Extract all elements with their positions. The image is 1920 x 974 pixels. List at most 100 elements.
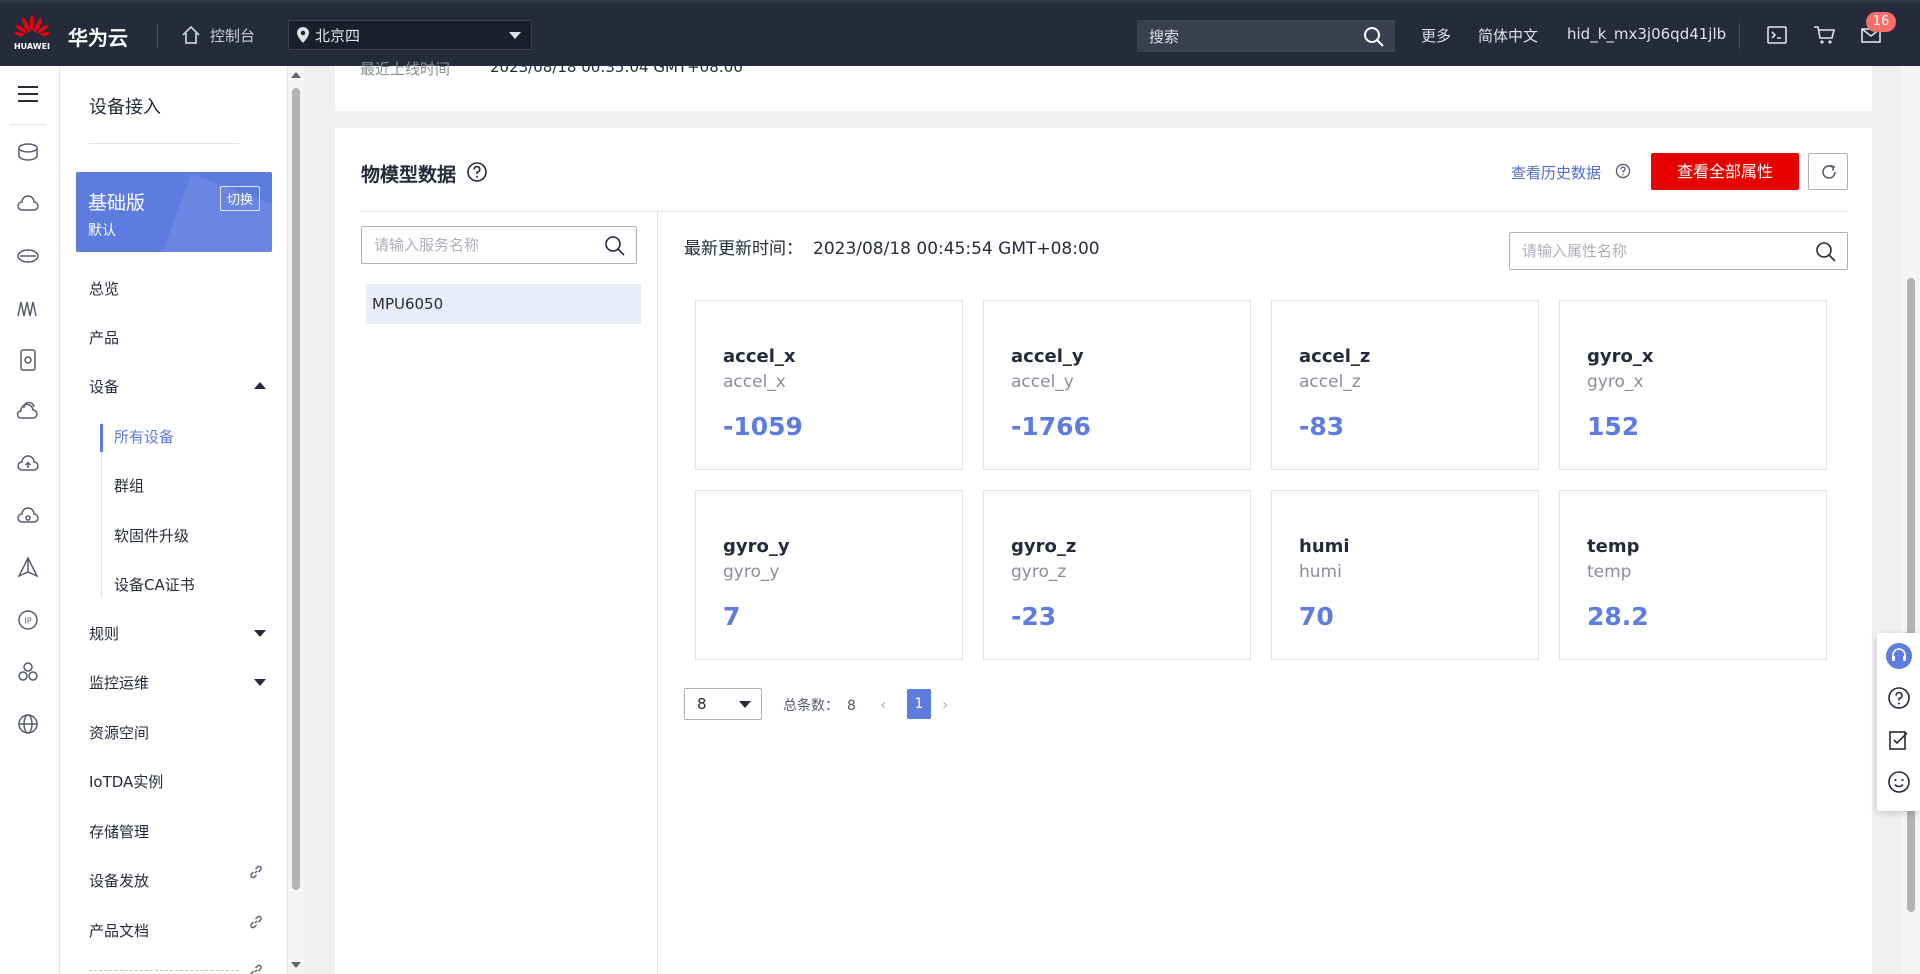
external-link-icon[interactable] bbox=[248, 963, 264, 974]
sidebar-item-ca-cert[interactable]: 设备CA证书 bbox=[114, 574, 195, 595]
storage-icon[interactable] bbox=[16, 244, 40, 268]
property-name: temp bbox=[1587, 536, 1640, 557]
sidebar-item-firmware[interactable]: 软固件升级 bbox=[114, 525, 189, 546]
cluster-icon[interactable] bbox=[16, 660, 40, 684]
cloud-shell-icon[interactable] bbox=[1766, 24, 1788, 46]
property-id: gyro_x bbox=[1587, 372, 1644, 392]
help-icon[interactable] bbox=[1886, 685, 1912, 711]
property-value: -23 bbox=[1011, 602, 1057, 631]
ip-icon[interactable]: IP bbox=[16, 608, 40, 632]
sidebar-title: 设备接入 bbox=[89, 97, 161, 118]
scroll-down-arrow-icon[interactable] bbox=[291, 962, 301, 968]
triangle-icon[interactable] bbox=[16, 556, 40, 580]
cloud-layers-icon[interactable] bbox=[16, 400, 40, 424]
page-size-value: 8 bbox=[697, 695, 707, 713]
database-icon[interactable] bbox=[16, 140, 40, 164]
property-value: -1059 bbox=[723, 412, 803, 441]
sidebar-item-iotda-instance[interactable]: IoTDA实例 bbox=[89, 771, 163, 792]
chevron-right-icon[interactable]: › bbox=[942, 695, 948, 714]
last-online-label: 最近上线时间 bbox=[360, 60, 451, 78]
sidebar-item-device[interactable]: 设备 bbox=[89, 376, 119, 397]
headset-icon[interactable] bbox=[1886, 643, 1912, 669]
sidebar-item-monitor[interactable]: 监控运维 bbox=[89, 672, 149, 693]
chevron-down-icon[interactable] bbox=[254, 679, 266, 686]
scrollbar-thumb[interactable] bbox=[292, 88, 300, 890]
top-navigation-bar: HUAWEI 华为云 控制台 北京四 搜索 更多 简体中文 hid_k_mx3j… bbox=[0, 0, 1920, 66]
property-card: accel_z accel_z -83 bbox=[1271, 300, 1539, 470]
cloud-upload-icon[interactable] bbox=[16, 452, 40, 476]
scrollbar-thumb[interactable] bbox=[1907, 278, 1915, 912]
property-id: temp bbox=[1587, 562, 1632, 582]
user-account-menu[interactable]: hid_k_mx3j06qd41jlb bbox=[1567, 25, 1726, 43]
search-placeholder: 搜索 bbox=[1149, 27, 1180, 46]
property-name: gyro_x bbox=[1587, 346, 1654, 367]
divider bbox=[361, 211, 1848, 212]
menu-icon[interactable] bbox=[16, 82, 40, 106]
home-icon bbox=[182, 25, 200, 44]
globe-icon[interactable] bbox=[16, 712, 40, 736]
edit-note-icon[interactable] bbox=[1886, 727, 1912, 753]
edition-name: 基础版 bbox=[88, 192, 146, 214]
search-icon[interactable] bbox=[1815, 241, 1837, 263]
last-update-label: 最新更新时间： bbox=[684, 239, 803, 259]
sidebar-item-provisioning[interactable]: 设备发放 bbox=[89, 870, 149, 891]
property-search-input[interactable]: 请输入属性名称 bbox=[1509, 232, 1848, 270]
console-label: 控制台 bbox=[210, 26, 256, 45]
sidebar-item-rules[interactable]: 规则 bbox=[89, 623, 119, 644]
external-link-icon[interactable] bbox=[248, 864, 264, 880]
help-icon[interactable] bbox=[1615, 163, 1631, 179]
chevron-down-icon[interactable] bbox=[254, 630, 266, 637]
console-link[interactable]: 控制台 bbox=[180, 21, 255, 49]
property-name: accel_y bbox=[1011, 346, 1084, 367]
device-icon[interactable] bbox=[16, 348, 40, 372]
sidebar-scrollbar[interactable] bbox=[288, 66, 304, 974]
service-list-item[interactable]: MPU6050 bbox=[366, 284, 641, 324]
sidebar-item-groups[interactable]: 群组 bbox=[114, 475, 144, 496]
region-select[interactable]: 北京四 bbox=[288, 20, 532, 50]
property-card: accel_x accel_x -1059 bbox=[695, 300, 963, 470]
switch-edition-button[interactable]: 切换 bbox=[219, 186, 260, 211]
cart-icon[interactable] bbox=[1813, 24, 1837, 46]
huawei-logo[interactable]: HUAWEI bbox=[12, 13, 52, 59]
property-value: 28.2 bbox=[1587, 602, 1649, 631]
property-id: gyro_y bbox=[723, 562, 780, 582]
sidebar-item-resource-space[interactable]: 资源空间 bbox=[89, 722, 149, 743]
cloud-sync-icon[interactable] bbox=[16, 504, 40, 528]
logo-text: HUAWEI bbox=[13, 42, 51, 51]
main-scrollbar[interactable] bbox=[1902, 66, 1920, 974]
page-size-select[interactable]: 8 bbox=[684, 688, 762, 720]
more-menu[interactable]: 更多 bbox=[1421, 25, 1451, 46]
help-icon[interactable] bbox=[466, 161, 488, 183]
chevron-up-icon[interactable] bbox=[254, 382, 266, 389]
chevron-left-icon[interactable]: ‹ bbox=[880, 695, 886, 714]
scroll-up-arrow-icon[interactable] bbox=[291, 72, 301, 78]
external-link-icon[interactable] bbox=[248, 914, 264, 930]
chevron-down-icon bbox=[739, 701, 751, 708]
sidebar-item-docs[interactable]: 产品文档 bbox=[89, 920, 149, 941]
view-all-properties-button[interactable]: 查看全部属性 bbox=[1651, 153, 1799, 190]
language-select[interactable]: 简体中文 bbox=[1478, 25, 1538, 46]
search-icon[interactable] bbox=[1363, 26, 1385, 48]
global-search-input[interactable]: 搜索 bbox=[1137, 20, 1395, 52]
sidebar-item-overview[interactable]: 总览 bbox=[89, 278, 119, 299]
sidebar-item-product[interactable]: 产品 bbox=[89, 327, 119, 348]
brand-name[interactable]: 华为云 bbox=[68, 22, 128, 51]
property-search-placeholder: 请输入属性名称 bbox=[1522, 242, 1628, 260]
last-update-value: 2023/08/18 00:45:54 GMT+08:00 bbox=[813, 239, 1100, 259]
divider bbox=[89, 143, 239, 144]
search-icon[interactable] bbox=[604, 235, 626, 257]
rail-divider bbox=[10, 124, 46, 125]
huawei-logo-icon bbox=[14, 15, 50, 36]
refresh-button[interactable] bbox=[1808, 153, 1848, 190]
sidebar-item-all-devices[interactable]: 所有设备 bbox=[114, 426, 174, 447]
property-value: 70 bbox=[1299, 602, 1334, 631]
cloud-icon[interactable] bbox=[16, 192, 40, 216]
smile-icon[interactable] bbox=[1886, 769, 1912, 795]
sidebar-item-storage[interactable]: 存储管理 bbox=[89, 821, 149, 842]
property-value: -1766 bbox=[1011, 412, 1091, 441]
service-search-input[interactable]: 请输入服务名称 bbox=[361, 226, 637, 264]
view-history-link[interactable]: 查看历史数据 bbox=[1511, 162, 1601, 183]
page-button-current[interactable]: 1 bbox=[907, 689, 931, 719]
total-value: 8 bbox=[847, 698, 856, 714]
waveform-icon[interactable] bbox=[16, 296, 40, 320]
